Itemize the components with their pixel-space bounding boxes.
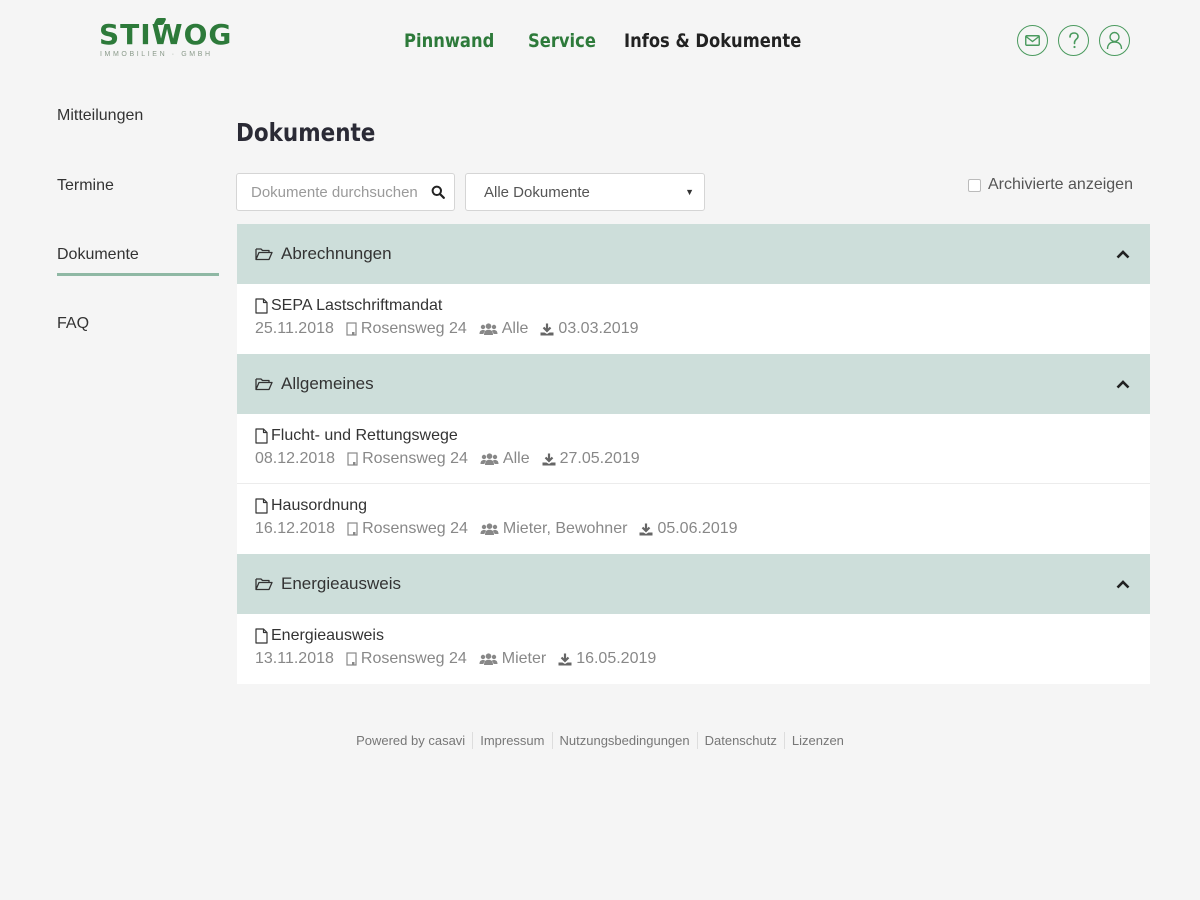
sidebar-item-dokumente[interactable]: Dokumente <box>57 244 219 276</box>
document-title: Energieausweis <box>271 627 384 644</box>
sidebar-item-termine[interactable]: Termine <box>57 175 219 197</box>
download-icon <box>639 523 653 535</box>
archive-checkbox[interactable] <box>968 178 981 192</box>
document-date: 25.11.2018 <box>255 320 334 337</box>
users-icon <box>479 652 498 665</box>
caret-down-icon: ▼ <box>685 187 694 197</box>
document-filter-value: Alle Dokumente <box>484 183 590 201</box>
group-header-energieausweis[interactable]: Energieausweis <box>237 554 1150 614</box>
document-row[interactable]: Flucht- und Rettungswege 08.12.2018 Rose… <box>237 414 1150 484</box>
building-icon <box>347 452 358 466</box>
users-icon <box>479 322 498 335</box>
footer-link-datenschutz[interactable]: Datenschutz <box>696 732 784 749</box>
building-icon <box>346 322 357 336</box>
mail-icon[interactable] <box>1017 25 1048 56</box>
document-download-date: 16.05.2019 <box>576 650 657 667</box>
question-mark-glyph <box>1068 32 1079 49</box>
folder-open-icon <box>255 578 273 591</box>
document-date: 13.11.2018 <box>255 650 334 667</box>
search-icon-glyph <box>431 185 445 199</box>
download-icon <box>540 323 554 335</box>
document-title: SEPA Lastschriftmandat <box>271 297 443 314</box>
group-title: Abrechnungen <box>281 244 392 263</box>
page-title: Dokumente <box>236 118 376 147</box>
building-icon <box>346 652 357 666</box>
logo-subtext: IMMOBILIEN · GMBH <box>100 51 213 58</box>
search-icon[interactable] <box>430 184 446 200</box>
document-row[interactable]: SEPA Lastschriftmandat 25.11.2018 Rosens… <box>237 284 1150 354</box>
chevron-up-icon <box>1116 379 1130 388</box>
sidebar-item-mitteilungen[interactable]: Mitteilungen <box>57 105 219 127</box>
users-icon <box>480 522 499 535</box>
download-icon <box>542 453 556 465</box>
document-property: Rosensweg 24 <box>360 650 467 667</box>
chevron-up-icon <box>1116 249 1130 258</box>
archive-toggle[interactable]: Archivierte anzeigen <box>968 176 1133 194</box>
document-property: Rosensweg 24 <box>360 320 467 337</box>
group-title: Allgemeines <box>281 374 374 393</box>
chevron-up-icon <box>1116 579 1130 588</box>
group-title: Energieausweis <box>281 574 402 593</box>
file-icon <box>255 498 268 514</box>
archive-label: Archivierte anzeigen <box>988 176 1133 193</box>
document-date: 08.12.2018 <box>255 450 336 467</box>
help-icon[interactable] <box>1058 25 1089 56</box>
footer: Powered by casavi Impressum Nutzungsbedi… <box>0 732 1200 749</box>
user-icon[interactable] <box>1099 25 1130 56</box>
document-download-date: 03.03.2019 <box>558 320 639 337</box>
file-icon <box>255 428 268 444</box>
file-icon <box>255 298 268 314</box>
document-download-date: 05.06.2019 <box>657 520 738 537</box>
download-icon <box>558 653 572 665</box>
group-header-abrechnungen[interactable]: Abrechnungen <box>237 224 1150 284</box>
nav-infos-dokumente[interactable]: Infos & Dokumente <box>624 29 801 53</box>
document-row[interactable]: Energieausweis 13.11.2018 Rosensweg 24 M… <box>237 614 1150 684</box>
folder-open-icon <box>255 378 273 391</box>
sidebar-item-faq[interactable]: FAQ <box>57 313 219 335</box>
user-glyph <box>1106 31 1123 50</box>
document-title: Flucht- und Rettungswege <box>271 427 458 444</box>
document-row[interactable]: Hausordnung 16.12.2018 Rosensweg 24 Miet… <box>237 484 1150 554</box>
document-filter-select[interactable]: Alle Dokumente ▼ <box>465 173 705 211</box>
document-list: Abrechnungen SEPA Lastschriftmandat 25.1… <box>237 224 1150 684</box>
document-download-date: 27.05.2019 <box>559 450 640 467</box>
document-audience: Mieter <box>501 650 547 667</box>
document-date: 16.12.2018 <box>255 520 336 537</box>
footer-link-impressum[interactable]: Impressum <box>472 732 551 749</box>
search-box <box>236 173 455 211</box>
document-audience: Alle <box>502 450 530 467</box>
mail-icon-glyph <box>1025 35 1040 46</box>
footer-link-nutzungsbedingungen[interactable]: Nutzungsbedingungen <box>551 732 697 749</box>
folder-open-icon <box>255 248 273 261</box>
logo[interactable]: STIWOG IMMOBILIEN · GMBH <box>99 18 231 60</box>
footer-link-lizenzen[interactable]: Lizenzen <box>783 732 851 749</box>
document-audience: Mieter, Bewohner <box>502 520 628 537</box>
document-title: Hausordnung <box>271 497 368 514</box>
search-input[interactable] <box>251 183 417 201</box>
footer-powered-by: Powered by casavi <box>356 733 466 748</box>
document-property: Rosensweg 24 <box>362 450 468 467</box>
group-header-allgemeines[interactable]: Allgemeines <box>237 354 1150 414</box>
nav-service[interactable]: Service <box>528 29 596 53</box>
nav-pinnwand[interactable]: Pinnwand <box>404 29 494 53</box>
document-property: Rosensweg 24 <box>362 520 468 537</box>
file-icon <box>255 628 268 644</box>
document-audience: Alle <box>501 320 529 337</box>
users-icon <box>480 452 499 465</box>
building-icon <box>347 522 358 536</box>
